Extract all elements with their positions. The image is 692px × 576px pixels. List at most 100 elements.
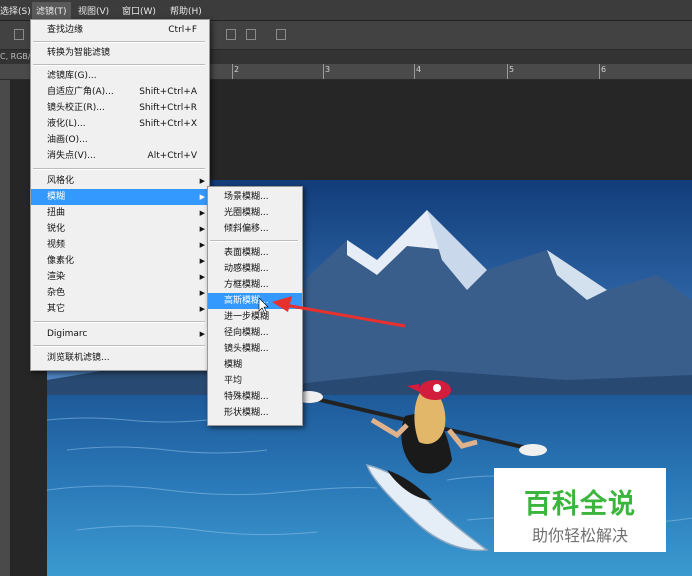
menu-item-label: 扭曲 (47, 208, 66, 218)
submenu-arrow-icon: ▶ (199, 241, 205, 249)
menu-item-lens-correction[interactable]: 镜头校正(R)... Shift+Ctrl+R (31, 100, 209, 116)
submenu-arrow-icon: ▶ (199, 273, 205, 281)
submenu-item-label: 场景模糊... (224, 192, 269, 202)
menu-item-other[interactable]: 其它 ▶ (31, 301, 209, 317)
ruler-number: 6 (601, 65, 607, 74)
menu-item-label: 滤镜库(G)... (47, 71, 97, 81)
submenu-item-surface-blur[interactable]: 表面模糊... (208, 245, 302, 261)
menu-view[interactable]: 视图(V) (78, 4, 109, 17)
menu-item-vanishing-point[interactable]: 消失点(V)... Alt+Ctrl+V (31, 148, 209, 164)
menu-item-label: 视频 (47, 240, 66, 250)
menu-separator (33, 345, 205, 347)
menu-select[interactable]: 选择(S) (0, 4, 31, 17)
blur-submenu: 场景模糊... 光圈模糊... 倾斜偏移... 表面模糊... 动感模糊... … (207, 186, 303, 426)
menu-item-render[interactable]: 渲染 ▶ (31, 269, 209, 285)
menu-item-noise[interactable]: 杂色 ▶ (31, 285, 209, 301)
submenu-item-label: 进一步模糊 (224, 312, 270, 322)
submenu-item-lens-blur[interactable]: 镜头模糊... (208, 341, 302, 357)
menu-filter[interactable]: 滤镜(T) (32, 2, 71, 19)
submenu-item-label: 高斯模糊... (224, 296, 269, 306)
document-tab-label: C, RGB/ (0, 52, 31, 61)
menu-item-label: 风格化 (47, 176, 75, 186)
menu-item-video[interactable]: 视频 ▶ (31, 237, 209, 253)
menu-item-pixelate[interactable]: 像素化 ▶ (31, 253, 209, 269)
menu-item-label: Digimarc (47, 329, 88, 339)
filter-menu: 查找边缘 Ctrl+F 转换为智能滤镜 滤镜库(G)... 自适应广角(A)..… (30, 19, 210, 371)
menu-separator (210, 240, 298, 242)
submenu-item-blur-more[interactable]: 进一步模糊 (208, 309, 302, 325)
menu-item-label: 液化(L)... (47, 119, 86, 129)
menu-item-sharpen[interactable]: 锐化 ▶ (31, 221, 209, 237)
submenu-arrow-icon: ▶ (199, 305, 205, 313)
menu-item-label: 消失点(V)... (47, 151, 96, 161)
submenu-item-smart-blur[interactable]: 特殊模糊... (208, 389, 302, 405)
submenu-item-label: 表面模糊... (224, 248, 269, 258)
submenu-item-label: 镜头模糊... (224, 344, 269, 354)
submenu-item-tilt-shift[interactable]: 倾斜偏移... (208, 221, 302, 237)
menu-item-blur[interactable]: 模糊 ▶ (31, 189, 209, 205)
submenu-item-label: 倾斜偏移... (224, 224, 269, 234)
submenu-arrow-icon: ▶ (199, 177, 205, 185)
submenu-item-label: 特殊模糊... (224, 392, 269, 402)
menu-item-shortcut: Alt+Ctrl+V (147, 151, 197, 161)
menu-separator (33, 168, 205, 170)
submenu-item-gaussian-blur[interactable]: 高斯模糊... (208, 293, 302, 309)
menu-item-label: 查找边缘 (47, 25, 84, 35)
submenu-item-shape-blur[interactable]: 形状模糊... (208, 405, 302, 421)
menu-window[interactable]: 窗口(W) (122, 4, 156, 17)
submenu-arrow-icon: ▶ (199, 209, 205, 217)
auto-align-icon[interactable] (276, 29, 286, 40)
menu-item-digimarc[interactable]: Digimarc ▶ (31, 326, 209, 342)
align-icon[interactable] (14, 29, 24, 40)
menu-item-oil-paint[interactable]: 油画(O)... (31, 132, 209, 148)
vertical-ruler (0, 80, 10, 576)
menu-help[interactable]: 帮助(H) (170, 4, 202, 17)
distribute-icon-2[interactable] (246, 29, 256, 40)
menu-item-shortcut: Shift+Ctrl+A (139, 87, 197, 97)
submenu-item-label: 光圈模糊... (224, 208, 269, 218)
menu-item-label: 其它 (47, 304, 66, 314)
menu-item-browse-filters-online[interactable]: 浏览联机滤镜... (31, 350, 209, 366)
submenu-item-label: 模糊 (224, 360, 243, 370)
menu-item-distort[interactable]: 扭曲 ▶ (31, 205, 209, 221)
menu-item-find-edges[interactable]: 查找边缘 Ctrl+F (31, 22, 209, 38)
menu-item-stylize[interactable]: 风格化 ▶ (31, 173, 209, 189)
watermark-title: 百科全说 (524, 489, 636, 520)
menu-item-shortcut: Ctrl+F (168, 25, 197, 35)
menu-item-label: 杂色 (47, 288, 66, 298)
submenu-arrow-icon: ▶ (199, 193, 205, 201)
ruler-number: 3 (325, 65, 331, 74)
submenu-item-average[interactable]: 平均 (208, 373, 302, 389)
submenu-item-label: 径向模糊... (224, 328, 269, 338)
menu-item-label: 镜头校正(R)... (47, 103, 105, 113)
ruler-number: 5 (509, 65, 515, 74)
menu-item-label: 油画(O)... (47, 135, 88, 145)
menu-separator (33, 64, 205, 66)
menu-item-adaptive-wide-angle[interactable]: 自适应广角(A)... Shift+Ctrl+A (31, 84, 209, 100)
menu-item-label: 转换为智能滤镜 (47, 48, 111, 58)
menu-item-liquify[interactable]: 液化(L)... Shift+Ctrl+X (31, 116, 209, 132)
menu-bar: 选择(S) 滤镜(T) 视图(V) 窗口(W) 帮助(H) (0, 0, 692, 21)
menu-item-label: 锐化 (47, 224, 66, 234)
menu-item-label: 模糊 (47, 192, 66, 202)
submenu-item-motion-blur[interactable]: 动感模糊... (208, 261, 302, 277)
menu-item-label: 自适应广角(A)... (47, 87, 114, 97)
submenu-item-field-blur[interactable]: 场景模糊... (208, 189, 302, 205)
watermark-box: 百科全说 助你轻松解决 (494, 468, 666, 552)
submenu-item-label: 方框模糊... (224, 280, 269, 290)
submenu-item-radial-blur[interactable]: 径向模糊... (208, 325, 302, 341)
submenu-item-blur[interactable]: 模糊 (208, 357, 302, 373)
ruler-number: 4 (416, 65, 422, 74)
menu-item-shortcut: Shift+Ctrl+R (139, 103, 197, 113)
submenu-arrow-icon: ▶ (199, 289, 205, 297)
watermark-subtitle: 助你轻松解决 (531, 526, 628, 545)
distribute-icon[interactable] (226, 29, 236, 40)
menu-item-filter-gallery[interactable]: 滤镜库(G)... (31, 68, 209, 84)
ruler-number: 2 (234, 65, 240, 74)
submenu-item-box-blur[interactable]: 方框模糊... (208, 277, 302, 293)
submenu-item-iris-blur[interactable]: 光圈模糊... (208, 205, 302, 221)
menu-item-shortcut: Shift+Ctrl+X (139, 119, 197, 129)
submenu-item-label: 平均 (224, 376, 243, 386)
menu-item-label: 像素化 (47, 256, 75, 266)
menu-item-convert-smart-filter[interactable]: 转换为智能滤镜 (31, 45, 209, 61)
